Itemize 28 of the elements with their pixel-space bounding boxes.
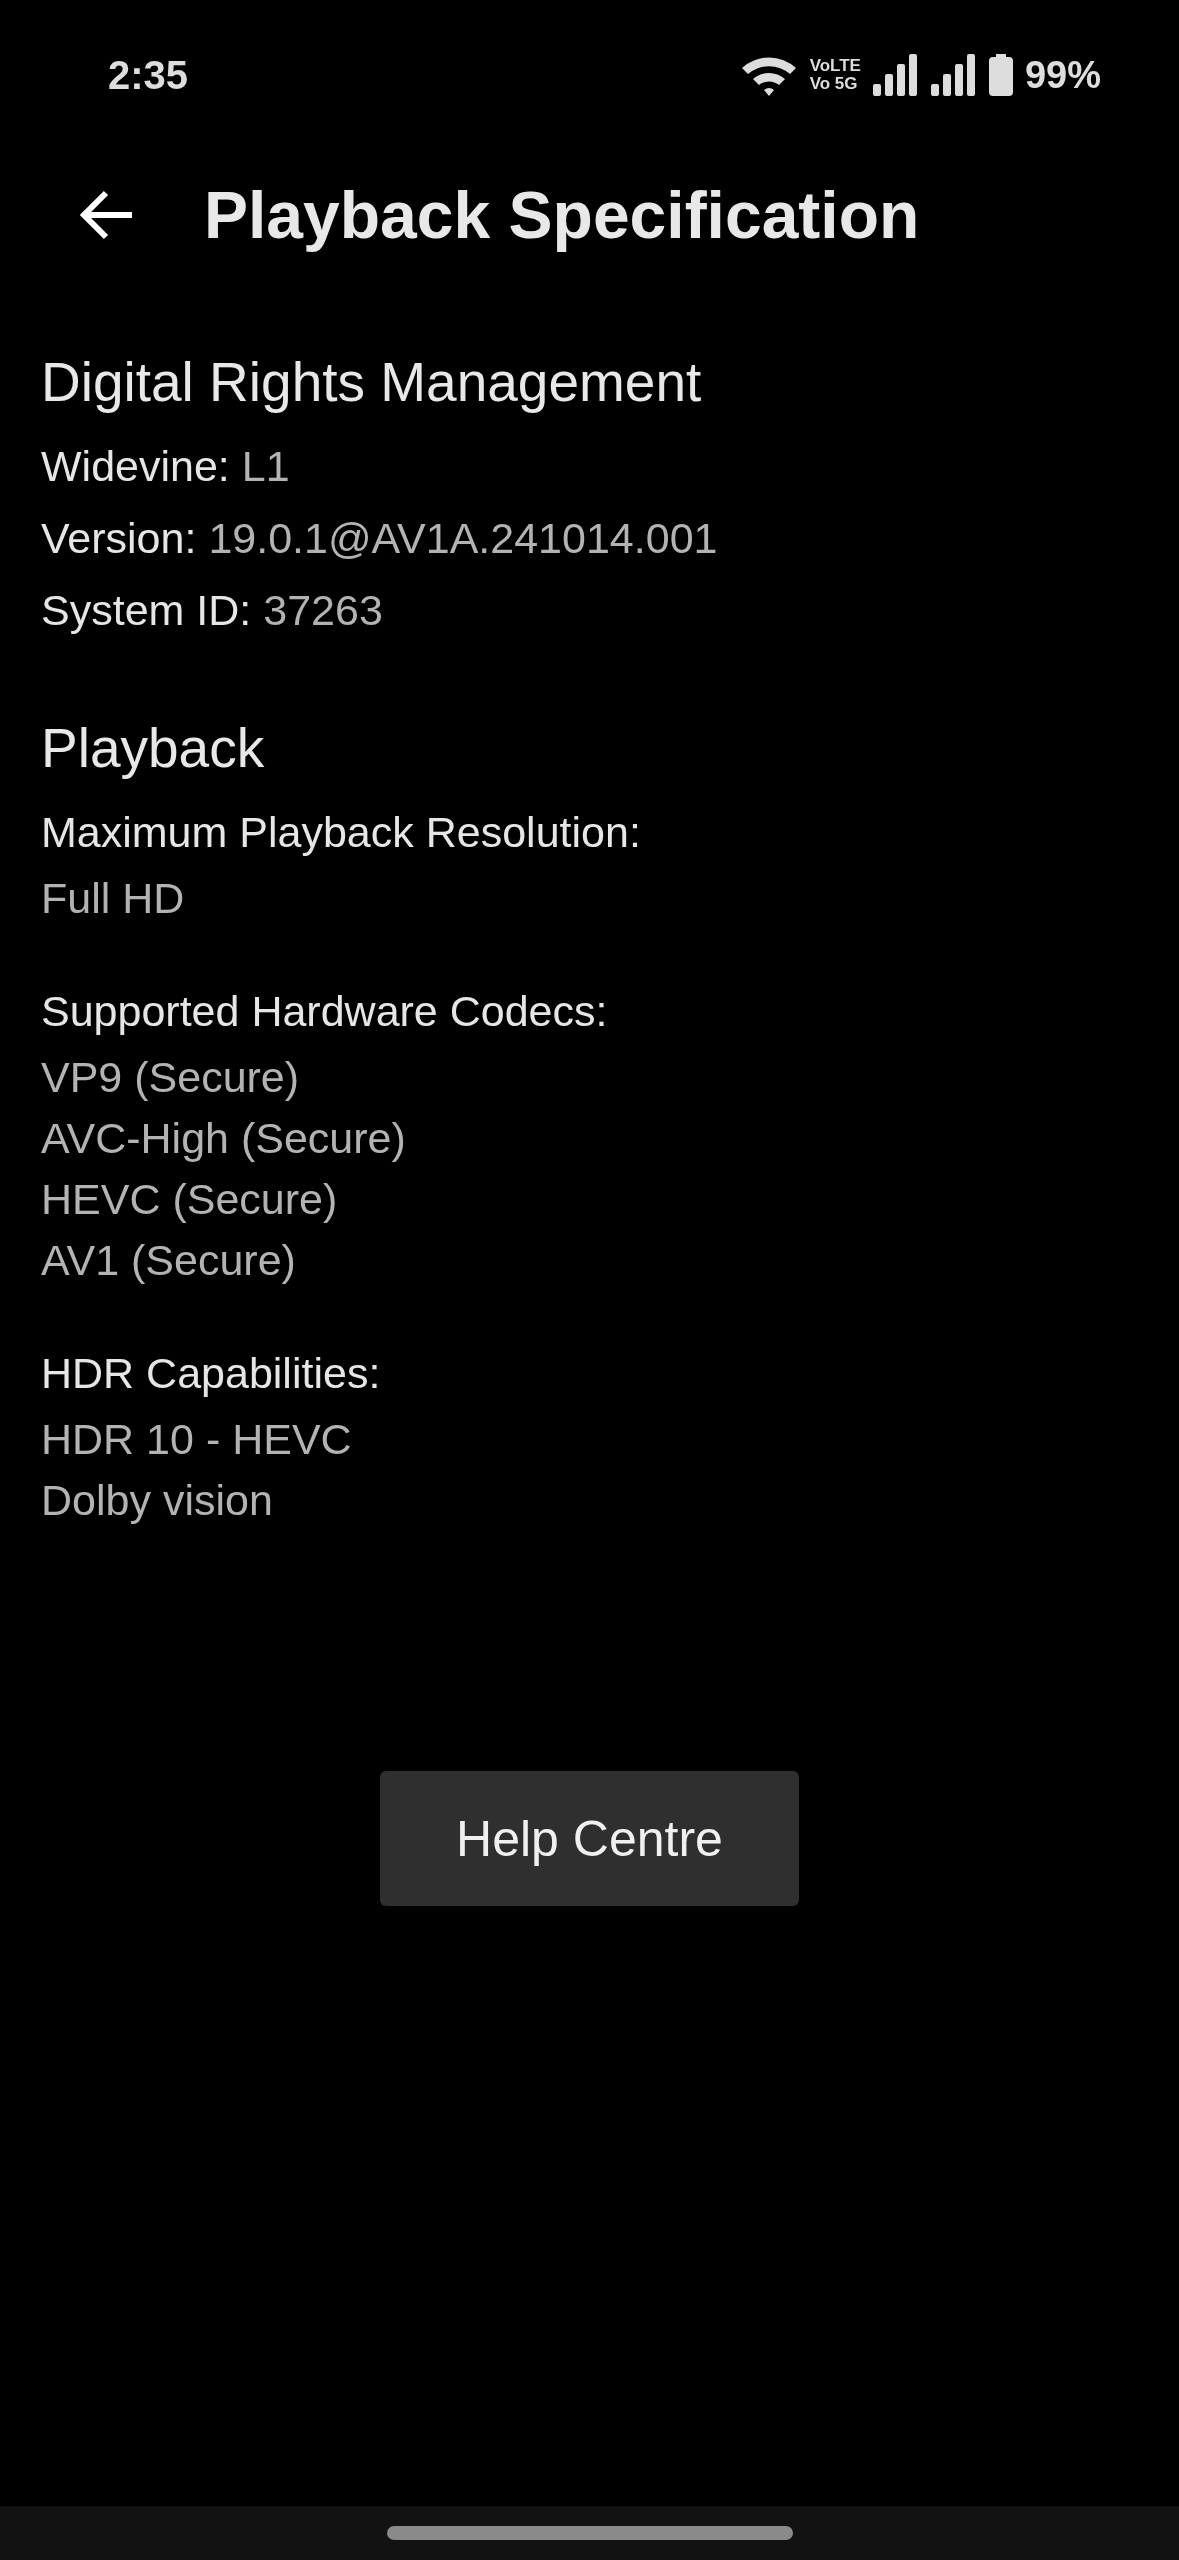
section-heading: Playback bbox=[41, 716, 266, 780]
status-time: 2:35 bbox=[108, 52, 189, 98]
page-title: Playback Specification bbox=[204, 177, 920, 253]
spec-value: Full HD bbox=[41, 873, 186, 924]
battery-icon bbox=[988, 54, 1013, 96]
spec-label: Supported Hardware Codecs: bbox=[41, 986, 609, 1037]
spec-value: HDR 10 - HEVC bbox=[41, 1414, 353, 1465]
spec-value: AVC-High (Secure) bbox=[41, 1113, 407, 1164]
spec-value: 19.0.1@AV1A.241014.001 bbox=[208, 513, 718, 564]
network-type-icon: VoLTE Vo 5G bbox=[809, 57, 861, 93]
spec-label: System ID: bbox=[41, 585, 252, 636]
signal-icon bbox=[930, 54, 977, 96]
spec-value: HEVC (Secure) bbox=[41, 1174, 339, 1225]
battery-percentage: 99% bbox=[1024, 53, 1101, 97]
signal-icon bbox=[872, 54, 919, 96]
spec-label: Maximum Playback Resolution: bbox=[41, 807, 642, 858]
spec-value: L1 bbox=[241, 441, 290, 492]
back-arrow-icon bbox=[78, 189, 134, 241]
spec-value: VP9 (Secure) bbox=[41, 1052, 301, 1103]
spec-label: HDR Capabilities: bbox=[41, 1348, 382, 1399]
spec-value: AV1 (Secure) bbox=[41, 1235, 297, 1286]
section-heading: Digital Rights Management bbox=[41, 350, 703, 414]
spec-label: Widevine: bbox=[41, 441, 230, 492]
back-button[interactable] bbox=[78, 189, 134, 241]
spec-value: Dolby vision bbox=[41, 1475, 274, 1526]
help-centre-button[interactable]: Help Centre bbox=[380, 1771, 799, 1906]
spec-value: 37263 bbox=[263, 585, 383, 636]
spec-label: Version: bbox=[41, 513, 197, 564]
